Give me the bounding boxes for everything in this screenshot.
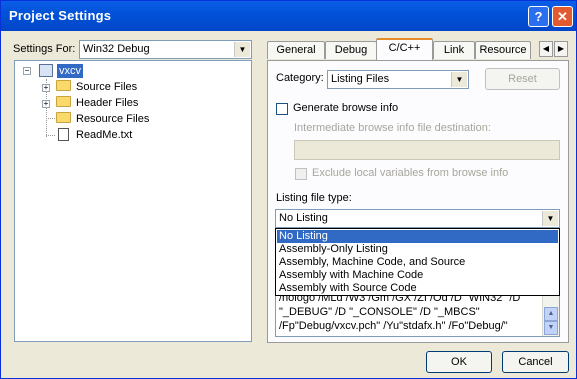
folder-icon: [56, 112, 71, 123]
folder-icon: [56, 96, 71, 107]
project-tree[interactable]: − vxcv + Source Files + Header Files Res…: [14, 60, 252, 342]
tree-line: [46, 118, 55, 119]
tab-strip: General Debug C/C++ Link Resource ◀ ▶: [267, 38, 571, 60]
tab-scroll-right-icon[interactable]: ▶: [554, 41, 568, 57]
chevron-down-icon[interactable]: ▼: [542, 211, 558, 226]
tab-scroll-left-icon[interactable]: ◀: [539, 41, 553, 57]
tree-item-label: ReadMe.txt: [76, 129, 133, 141]
project-settings-dialog: Project Settings ? ✕ Settings For: Win32…: [0, 0, 577, 379]
tab-cpp[interactable]: C/C++: [376, 38, 433, 60]
tree-item-label: Header Files: [76, 97, 139, 109]
close-button[interactable]: ✕: [552, 6, 573, 27]
collapse-icon[interactable]: −: [23, 67, 31, 75]
text-file-icon: [58, 128, 69, 141]
settings-for-value: Win32 Debug: [83, 43, 150, 55]
tree-item-resource-files[interactable]: Resource Files: [56, 112, 206, 126]
listing-option[interactable]: No Listing: [277, 230, 558, 243]
tab-debug[interactable]: Debug: [325, 41, 377, 59]
window-title: Project Settings: [9, 8, 112, 23]
tree-line: [46, 135, 55, 136]
tree-item-source-files[interactable]: Source Files: [56, 80, 206, 94]
tab-resource[interactable]: Resource: [475, 41, 531, 59]
generate-browse-label: Generate browse info: [293, 102, 399, 114]
ok-button[interactable]: OK: [426, 351, 492, 373]
category-value: Listing Files: [331, 73, 390, 85]
settings-for-label: Settings For:: [13, 43, 76, 55]
listing-option[interactable]: Assembly with Machine Code: [277, 269, 558, 282]
listing-type-value: No Listing: [279, 212, 328, 224]
tree-item-label: Resource Files: [76, 113, 150, 125]
project-icon: [39, 64, 53, 77]
project-options-text[interactable]: /nologo /MLd /W3 /Gm /GX /ZI /Od /D "WIN…: [275, 289, 560, 337]
chevron-down-icon[interactable]: ▼: [451, 72, 467, 87]
listing-option[interactable]: Assembly-Only Listing: [277, 243, 558, 256]
tree-item-header-files[interactable]: Header Files: [56, 96, 206, 110]
tab-link[interactable]: Link: [433, 41, 475, 59]
tab-general[interactable]: General: [267, 41, 325, 59]
listing-type-label: Listing file type:: [276, 192, 352, 204]
folder-icon: [56, 80, 71, 91]
tree-item-label: Source Files: [76, 81, 138, 93]
settings-for-combo[interactable]: Win32 Debug ▼: [79, 40, 252, 59]
expand-icon[interactable]: +: [42, 100, 50, 108]
listing-option[interactable]: Assembly with Source Code: [277, 282, 558, 295]
listing-type-dropdown[interactable]: No Listing Assembly-Only Listing Assembl…: [275, 228, 560, 296]
help-button[interactable]: ?: [528, 6, 549, 27]
category-label: Category:: [276, 72, 324, 84]
intermediate-browse-label: Intermediate browse info file destinatio…: [294, 122, 491, 134]
project-options-line: "_DEBUG" /D "_CONSOLE" /D "_MBCS": [279, 306, 480, 318]
cancel-button[interactable]: Cancel: [502, 351, 569, 373]
intermediate-browse-field[interactable]: [294, 140, 560, 160]
options-scrollbar[interactable]: ▲ ▼: [542, 290, 559, 336]
listing-option[interactable]: Assembly, Machine Code, and Source: [277, 256, 558, 269]
title-bar: Project Settings ? ✕: [1, 1, 576, 31]
tree-item-readme[interactable]: ReadMe.txt: [58, 128, 208, 142]
tree-root[interactable]: vxcv: [39, 64, 159, 78]
scroll-up-icon[interactable]: ▲: [544, 307, 558, 321]
expand-icon[interactable]: +: [42, 84, 50, 92]
project-options-line: /Fp"Debug/vxcv.pch" /Yu"stdafx.h" /Fo"De…: [279, 320, 508, 332]
tree-root-label: vxcv: [57, 64, 83, 78]
generate-browse-checkbox[interactable]: [276, 103, 288, 115]
exclude-locals-label: Exclude local variables from browse info: [312, 167, 509, 179]
category-combo[interactable]: Listing Files ▼: [327, 70, 469, 89]
reset-button[interactable]: Reset: [485, 68, 560, 90]
exclude-locals-checkbox[interactable]: [295, 168, 307, 180]
scroll-down-icon[interactable]: ▼: [544, 321, 558, 335]
listing-type-combo[interactable]: No Listing ▼: [275, 209, 560, 228]
chevron-down-icon[interactable]: ▼: [234, 42, 250, 57]
